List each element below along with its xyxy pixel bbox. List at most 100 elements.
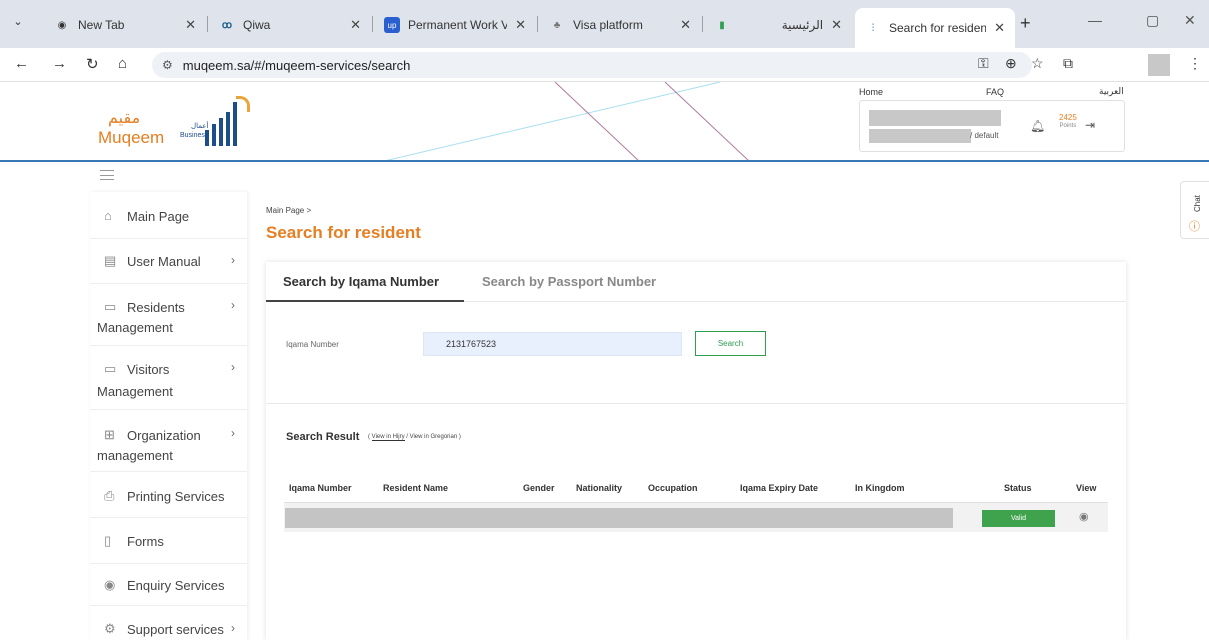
column-header: Iqama Number xyxy=(289,483,352,493)
search-result-title: Search Result xyxy=(286,431,360,443)
search-card: Search by Iqama Number Search by Passpor… xyxy=(266,262,1126,640)
view-in-gregorian-link[interactable]: / View in Gregorian ) xyxy=(405,434,461,440)
header-arabic-link[interactable]: العربية xyxy=(1099,87,1124,97)
close-icon[interactable]: ✕ xyxy=(185,17,196,33)
section-divider xyxy=(266,403,1126,404)
tab-search-icon[interactable]: ⌄ xyxy=(8,11,28,31)
column-header: Resident Name xyxy=(383,483,449,493)
close-icon[interactable]: ✕ xyxy=(515,17,526,33)
hamburger-menu-icon[interactable] xyxy=(100,170,114,180)
sidebar: ⌂ Main Page ▤ User Manual › ▭ Residents … xyxy=(90,192,247,640)
header-faq-link[interactable]: FAQ xyxy=(986,87,1004,97)
tab-title: الرئيسية xyxy=(781,18,824,32)
upwork-icon: up xyxy=(384,17,400,33)
chat-tab[interactable]: Chat ⓘ xyxy=(1180,181,1209,239)
view-eye-icon[interactable]: ◉ xyxy=(1079,510,1089,523)
column-header: Nationality xyxy=(576,483,623,493)
sidebar-item-label: Printing Services xyxy=(127,489,225,504)
more-menu-icon[interactable]: ⋮ xyxy=(1188,55,1202,72)
tab-search-for-resident[interactable]: ⫶ Search for resident ✕ xyxy=(855,8,1015,48)
tab-separator xyxy=(702,16,703,32)
support-icon: ⚙ xyxy=(104,621,116,636)
restore-icon[interactable]: ▢ xyxy=(1146,12,1159,29)
close-icon[interactable]: ✕ xyxy=(680,17,691,33)
close-window-icon[interactable]: ✕ xyxy=(1184,12,1196,29)
sidebar-item-user-manual[interactable]: ▤ User Manual › xyxy=(90,239,247,284)
url-field[interactable]: ⚙ muqeem.sa/#/muqeem-services/search xyxy=(152,52,1032,78)
url-text: muqeem.sa/#/muqeem-services/search xyxy=(182,57,411,73)
eye-icon: ◉ xyxy=(104,577,116,592)
column-header: View xyxy=(1076,483,1097,493)
tab-search-by-iqama[interactable]: Search by Iqama Number xyxy=(283,274,439,289)
close-icon[interactable]: ✕ xyxy=(831,17,842,33)
address-bar-row: ← → ↻ ⌂ ⚙ muqeem.sa/#/muqeem-services/se… xyxy=(0,48,1209,82)
breadcrumb[interactable]: Main Page > xyxy=(266,206,311,215)
home-icon[interactable]: ⌂ xyxy=(118,55,127,72)
forward-icon[interactable]: → xyxy=(52,55,67,72)
tab-visa-platform[interactable]: ♣ Visa platform ✕ xyxy=(539,8,701,42)
password-key-icon[interactable]: ⚿ xyxy=(978,55,989,72)
site-header: مقيم Muqeem أعمال Business Home FAQ العر… xyxy=(0,82,1209,162)
sidebar-item-forms[interactable]: ▯ Forms xyxy=(90,518,247,564)
view-in-hijri-link[interactable]: View in Hijry xyxy=(371,434,405,441)
date-view-options: ( View in Hijry / View in Gregorian ) xyxy=(368,434,461,441)
reload-icon[interactable]: ↻ xyxy=(86,55,99,73)
sidebar-item-support-services[interactable]: ⚙ Support services › xyxy=(90,606,247,640)
page-title: Search for resident xyxy=(266,223,421,242)
sidebar-item-label: Organization xyxy=(127,428,201,443)
bell-icon[interactable]: 🔔︎ xyxy=(1030,119,1045,133)
close-icon[interactable]: ✕ xyxy=(350,17,361,33)
site-settings-icon[interactable]: ⚙ xyxy=(162,58,173,72)
points-label: Points xyxy=(1059,123,1077,129)
status-badge: Valid xyxy=(982,510,1055,527)
sidebar-item-label-cont: Management xyxy=(97,320,173,335)
active-tab-indicator xyxy=(266,300,464,302)
home-icon: ⌂ xyxy=(104,208,112,223)
sidebar-item-visitors-management[interactable]: ▭ Visitors Management › xyxy=(90,346,247,410)
close-icon[interactable]: ✕ xyxy=(994,20,1005,36)
zoom-icon[interactable]: ⊕ xyxy=(1005,55,1017,72)
sidebar-item-organization-management[interactable]: ⊞ Organization management › xyxy=(90,410,247,472)
new-tab-button[interactable]: + xyxy=(1020,13,1031,34)
tab-new-tab[interactable]: ◉ New Tab ✕ xyxy=(44,8,206,42)
tab-qiwa[interactable]: ꝏ Qiwa ✕ xyxy=(209,8,371,42)
profile-avatar[interactable] xyxy=(1148,54,1170,76)
logo-arabic: مقيم xyxy=(108,108,141,127)
sidebar-item-label: Residents xyxy=(127,300,185,315)
column-header: Occupation xyxy=(648,483,698,493)
tab-title: Qiwa xyxy=(243,18,271,32)
redacted-user-name xyxy=(869,110,1001,126)
visa-platform-icon: ♣ xyxy=(553,19,561,31)
tab-separator xyxy=(537,16,538,32)
sidebar-item-printing-services[interactable]: ⎙ Printing Services xyxy=(90,472,247,518)
header-home-link[interactable]: Home xyxy=(859,87,883,97)
chevron-right-icon: › xyxy=(231,253,235,267)
logo-english: Muqeem xyxy=(98,128,165,147)
back-icon[interactable]: ← xyxy=(14,55,29,72)
column-header: Gender xyxy=(523,483,555,493)
iqama-number-input[interactable] xyxy=(423,332,682,356)
logout-icon[interactable]: ⇥ xyxy=(1085,118,1095,132)
tab-separator xyxy=(207,16,208,32)
chevron-right-icon: › xyxy=(231,426,235,440)
tab-title: Visa platform xyxy=(573,18,643,32)
sidebar-item-label: User Manual xyxy=(127,254,201,269)
tab-permanent-work-visa[interactable]: up Permanent Work Visa ✕ xyxy=(374,8,536,42)
printer-icon: ⎙ xyxy=(104,488,115,503)
sidebar-item-main-page[interactable]: ⌂ Main Page xyxy=(90,192,247,239)
sidebar-item-enquiry-services[interactable]: ◉ Enquiry Services xyxy=(90,564,247,606)
organization-icon: ⊞ xyxy=(104,427,115,442)
sidebar-item-residents-management[interactable]: ▭ Residents Management › xyxy=(90,284,247,346)
forms-icon: ▯ xyxy=(104,533,112,548)
tab-home-arabic[interactable]: ▮ الرئيسية ✕ xyxy=(704,8,852,42)
table-row: Valid ◉ xyxy=(284,502,1108,532)
bookmark-star-icon[interactable]: ☆ xyxy=(1031,55,1044,72)
minimize-icon[interactable]: — xyxy=(1088,12,1102,28)
column-header: In Kingdom xyxy=(855,483,905,493)
tab-search-by-passport[interactable]: Search by Passport Number xyxy=(482,274,656,289)
chevron-right-icon: › xyxy=(231,360,235,374)
search-button[interactable]: Search xyxy=(695,331,766,356)
extensions-icon[interactable]: ⧉ xyxy=(1063,55,1073,72)
search-tabs: Search by Iqama Number Search by Passpor… xyxy=(266,262,1126,302)
tab-title: Permanent Work Visa xyxy=(408,18,508,32)
